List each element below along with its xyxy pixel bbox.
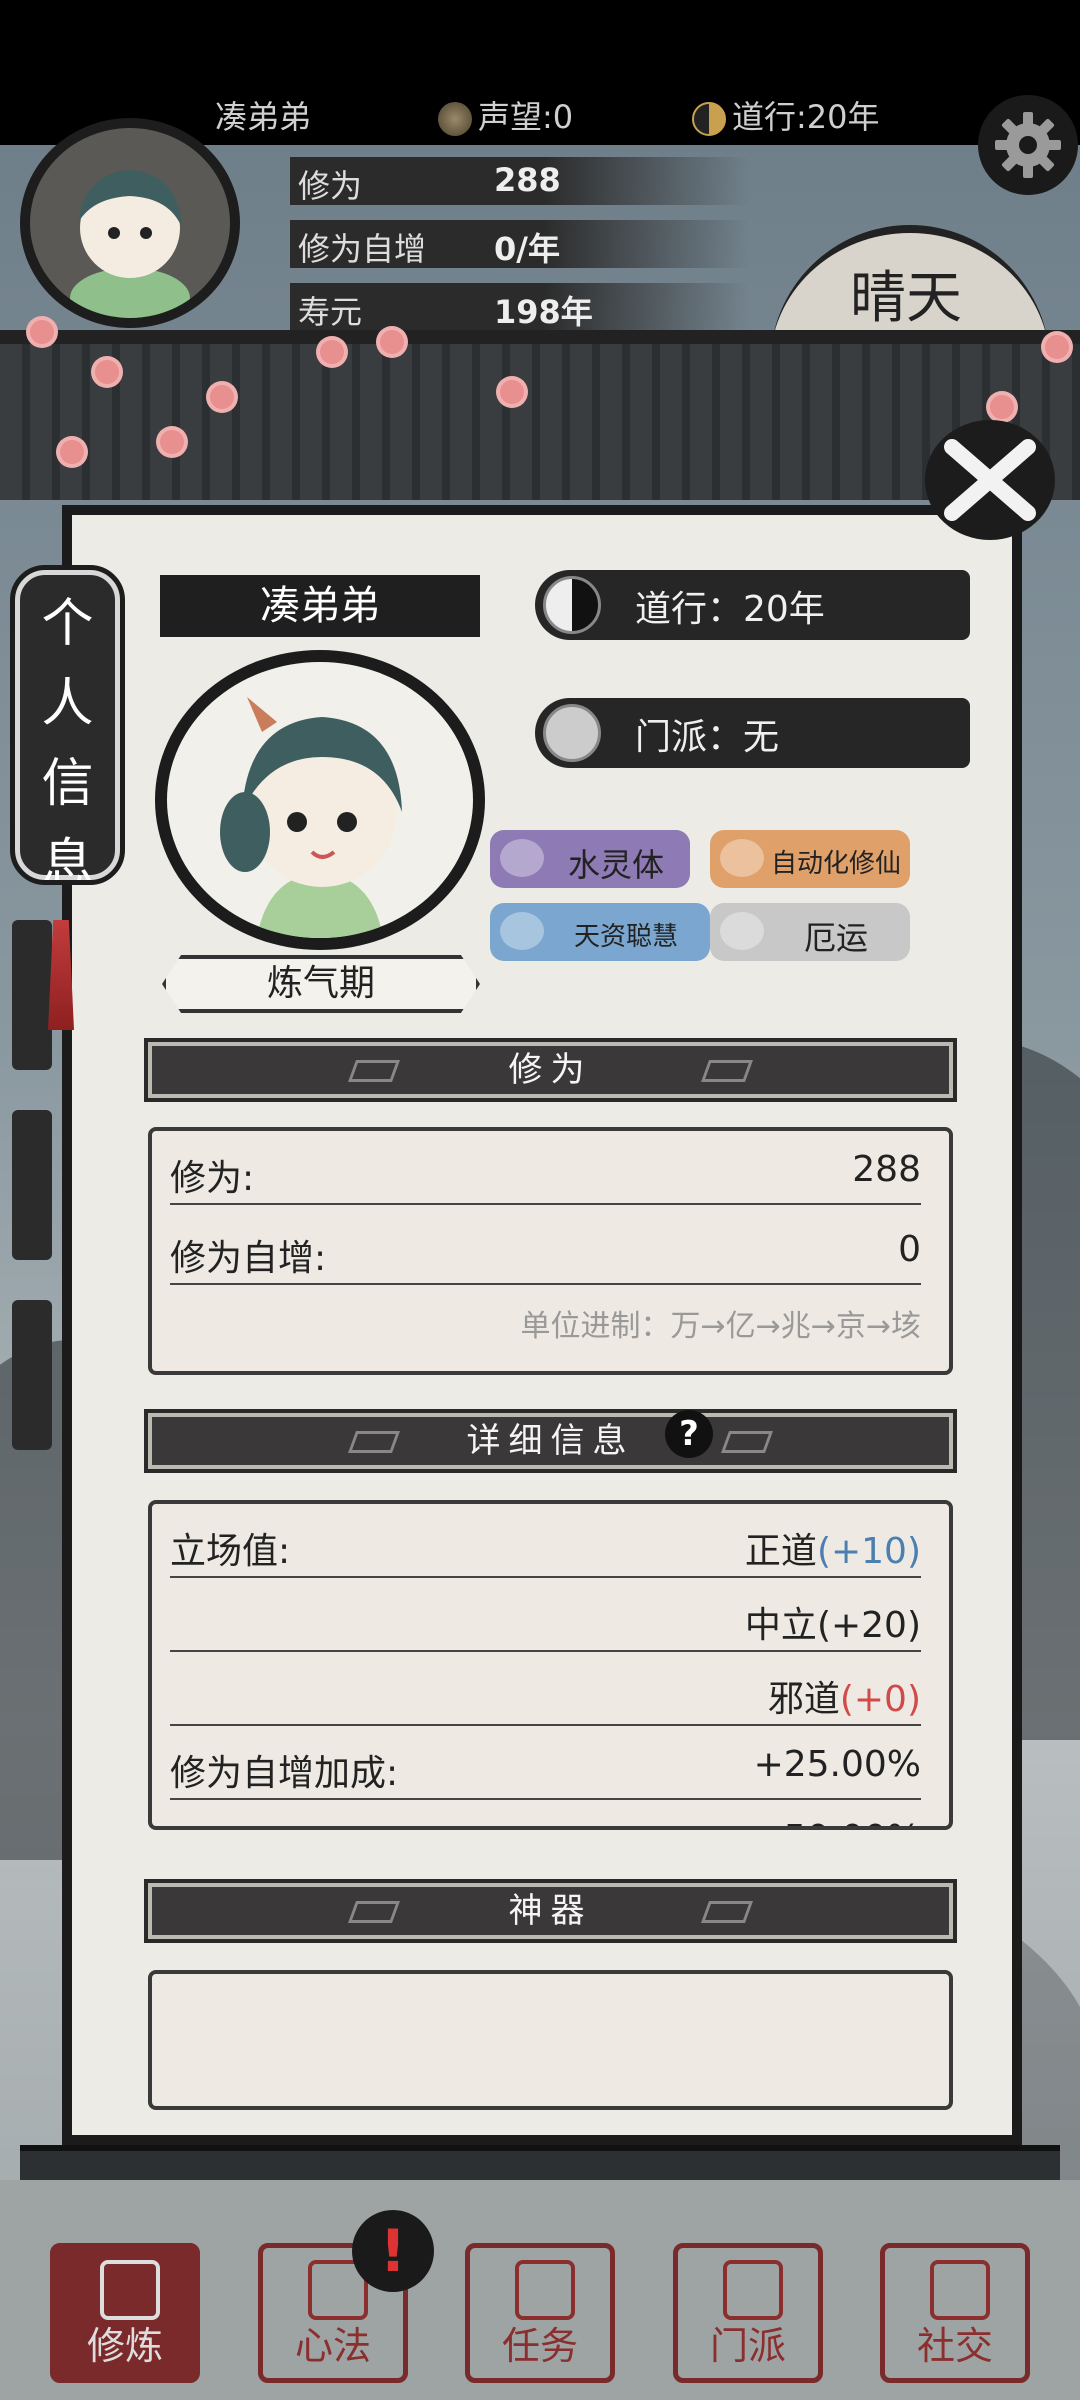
scroll-icon bbox=[720, 839, 764, 877]
stat-lifespan: 寿元 198年 bbox=[290, 283, 750, 331]
close-button[interactable] bbox=[925, 420, 1055, 540]
trait-badge[interactable]: 天资聪慧 bbox=[490, 903, 710, 961]
scroll-icon bbox=[720, 912, 764, 950]
blossom-icon bbox=[210, 385, 234, 409]
diamond-ornament-icon bbox=[347, 1431, 401, 1453]
growth-row: 修为自增: 0 bbox=[170, 1211, 921, 1285]
cultivation-row: 修为: 288 bbox=[170, 1131, 921, 1205]
temple-icon bbox=[543, 704, 601, 762]
trait-badge[interactable]: 水灵体 bbox=[490, 830, 690, 888]
nav-sect[interactable]: 门派 bbox=[673, 2243, 823, 2383]
cultivation-section-header: 修为 bbox=[144, 1038, 957, 1102]
realm-label: 炼气期 bbox=[162, 955, 480, 1013]
help-button[interactable]: ? bbox=[665, 1410, 713, 1458]
sect-bar: 门派：无 bbox=[535, 698, 970, 768]
diamond-ornament-icon bbox=[347, 1060, 401, 1082]
dao-time-bar: 道行：20年 bbox=[535, 570, 970, 640]
personal-info-panel: 凑弟弟 炼气期 道行：20年 门派：无 修为 修为: 288 修为自增: 0 单… bbox=[62, 505, 1022, 2145]
blossom-icon bbox=[95, 360, 119, 384]
blossom-icon bbox=[320, 340, 344, 364]
character-name: 凑弟弟 bbox=[160, 575, 480, 637]
taiji-icon bbox=[543, 576, 601, 634]
unit-note: 单位进制：万→亿→兆→京→垓 bbox=[520, 1309, 921, 1344]
task-icon bbox=[515, 2260, 575, 2320]
artifact-box bbox=[148, 1970, 953, 2110]
blossom-icon bbox=[1045, 335, 1069, 359]
social-icon bbox=[930, 2260, 990, 2320]
sect-icon bbox=[723, 2260, 783, 2320]
trait-badge[interactable]: 自动化修仙 bbox=[710, 830, 910, 888]
blossom-icon bbox=[30, 320, 54, 344]
detail-section-header: 详细信息 bbox=[144, 1409, 957, 1473]
alert-badge[interactable]: ! bbox=[352, 2210, 434, 2292]
settings-button[interactable] bbox=[978, 95, 1078, 195]
close-icon bbox=[944, 439, 1036, 521]
stance-row: 立场值: 正道(+10) bbox=[170, 1504, 921, 1578]
personal-info-tab[interactable]: 个 人 信 息 bbox=[10, 565, 125, 894]
taiji-icon bbox=[692, 102, 726, 136]
scroll-icon bbox=[500, 839, 544, 877]
side-tab-stub[interactable] bbox=[12, 920, 52, 1070]
side-tab-stub[interactable] bbox=[12, 1300, 52, 1450]
trait-badge[interactable]: 厄运 bbox=[710, 903, 910, 961]
cultivation-box: 修为: 288 修为自增: 0 单位进制：万→亿→兆→京→垓 bbox=[148, 1127, 953, 1375]
diamond-ornament-icon bbox=[700, 1901, 754, 1923]
stat-cultivation: 修为 288 bbox=[290, 157, 750, 205]
nav-social[interactable]: 社交 bbox=[880, 2243, 1030, 2383]
artifact-section-header: 神器 bbox=[144, 1879, 957, 1943]
blossom-icon bbox=[990, 395, 1014, 419]
nav-cultivate[interactable]: 修炼 bbox=[50, 2243, 200, 2383]
reputation-display: 声望:0 bbox=[438, 92, 573, 138]
coin-icon bbox=[438, 102, 472, 136]
stat-growth: 修为自增 0/年 bbox=[290, 220, 750, 268]
diamond-ornament-icon bbox=[700, 1060, 754, 1082]
player-name-top: 凑弟弟 bbox=[215, 98, 312, 136]
stance-row: 中立(+20) bbox=[170, 1578, 921, 1652]
gear-icon bbox=[995, 112, 1061, 178]
blossom-icon bbox=[160, 430, 184, 454]
character-avatar-icon bbox=[70, 170, 190, 318]
bonus-row: 修为自增加成: +25.00% bbox=[170, 1726, 921, 1800]
dao-time-display: 道行:20年 bbox=[692, 92, 880, 138]
diamond-ornament-icon bbox=[347, 1901, 401, 1923]
stance-row: 邪道(+0) bbox=[170, 1652, 921, 1726]
blossom-icon bbox=[500, 380, 524, 404]
player-avatar-top[interactable] bbox=[20, 118, 240, 328]
character-portrait bbox=[155, 650, 485, 950]
diamond-ornament-icon bbox=[720, 1431, 774, 1453]
cultivate-icon bbox=[100, 2260, 160, 2320]
panel-base bbox=[20, 2145, 1060, 2180]
character-portrait-icon bbox=[220, 697, 402, 938]
roof-decoration bbox=[0, 330, 1080, 500]
scroll-icon bbox=[500, 912, 544, 950]
partial-row: 寿元自增加成: +50.00% bbox=[170, 1800, 921, 1826]
blossom-icon bbox=[60, 440, 84, 464]
blossom-icon bbox=[380, 330, 404, 354]
detail-box: 立场值: 正道(+10) 中立(+20) 邪道(+0) 修为自增加成: +25.… bbox=[148, 1500, 953, 1830]
side-tab-stub[interactable] bbox=[12, 1110, 52, 1260]
nav-task[interactable]: 任务 bbox=[465, 2243, 615, 2383]
